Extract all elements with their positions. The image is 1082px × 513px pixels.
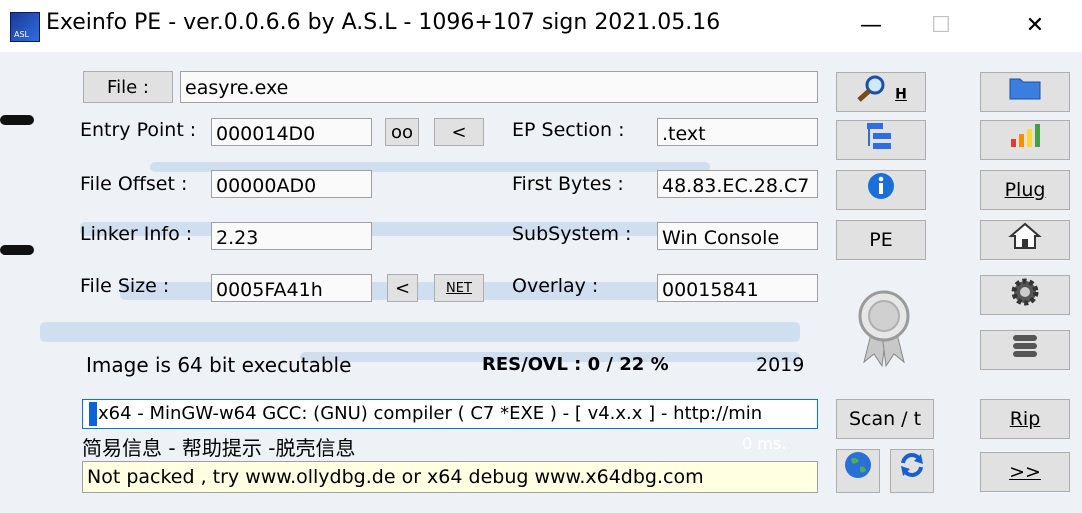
first-bytes-label: First Bytes : <box>512 173 624 195</box>
net-button[interactable]: NET <box>434 274 484 302</box>
pe-button[interactable]: PE <box>836 220 926 260</box>
chinese-info-links[interactable]: 简易信息 - 帮助提示 -脱壳信息 <box>82 432 356 461</box>
signal-bars-icon <box>1008 121 1042 162</box>
file-size-field[interactable]: 0005FA41h <box>211 274 372 302</box>
linker-info-field[interactable]: 2.23 <box>211 222 372 250</box>
linker-info-label: Linker Info : <box>80 223 193 245</box>
close-button[interactable]: ✕ <box>1012 6 1058 46</box>
scan-button[interactable]: Scan / t <box>836 399 934 439</box>
subsystem-label: SubSystem : <box>512 223 632 245</box>
sections-button[interactable] <box>836 120 926 160</box>
h-label: H <box>895 86 907 103</box>
overlay-field[interactable]: 00015841 <box>657 274 818 302</box>
settings-button[interactable] <box>980 275 1070 315</box>
subsystem-field[interactable]: Win Console <box>657 222 818 250</box>
bg-streak <box>40 322 800 342</box>
globe-icon <box>843 450 873 493</box>
overlay-label: Overlay : <box>512 275 599 297</box>
file-size-label: File Size : <box>80 275 170 297</box>
home-button[interactable] <box>980 220 1070 260</box>
detection-result-field[interactable]: x64 - MinGW-w64 GCC: (GNU) compiler ( C7… <box>82 399 818 429</box>
info-icon <box>866 171 896 214</box>
ep-section-field[interactable]: .text <box>657 118 818 146</box>
search-button[interactable]: H <box>836 72 926 112</box>
first-bytes-field[interactable]: 48.83.EC.28.C7 <box>657 170 818 198</box>
folder-icon <box>1008 73 1042 114</box>
menu-button[interactable] <box>980 330 1070 370</box>
refresh-icon <box>897 450 927 493</box>
web-button[interactable] <box>836 449 880 493</box>
title-bar: ASL Exeinfo PE - ver.0.0.6.6 by A.S.L - … <box>0 0 1082 52</box>
file-offset-field[interactable]: 00000AD0 <box>211 170 372 198</box>
decor-peg <box>0 245 34 255</box>
maximize-button: ☐ <box>931 13 951 38</box>
entry-point-back-button[interactable]: < <box>434 118 484 146</box>
info-button[interactable] <box>836 170 926 210</box>
entry-point-label: Entry Point : <box>80 119 197 141</box>
file-size-back-button[interactable]: < <box>387 274 418 302</box>
entry-point-field[interactable]: 000014D0 <box>211 118 372 146</box>
open-folder-button[interactable] <box>980 72 1070 112</box>
res-ovl-text: RES/OVL : 0 / 22 % <box>482 354 669 375</box>
file-offset-label: File Offset : <box>80 173 188 195</box>
main-panel: File : easyre.exe Entry Point : 000014D0… <box>0 52 1082 513</box>
oo-button[interactable]: oo <box>385 118 419 146</box>
magnifier-icon <box>855 73 889 116</box>
text-caret <box>89 402 97 426</box>
gear-icon <box>1009 276 1041 321</box>
window-title: Exeinfo PE - ver.0.0.6.6 by A.S.L - 1096… <box>46 10 721 35</box>
stack-icon <box>1010 331 1040 374</box>
ep-section-label: EP Section : <box>512 119 625 141</box>
year-text: 2019 <box>756 354 805 376</box>
minimize-button[interactable]: — <box>848 6 894 46</box>
plug-button[interactable]: Plug <box>980 170 1070 210</box>
app-icon[interactable]: ASL <box>10 12 40 42</box>
rip-button[interactable]: Rip <box>980 399 1070 439</box>
refresh-button[interactable] <box>890 449 934 493</box>
image-bits-text: Image is 64 bit executable <box>86 353 352 377</box>
file-button[interactable]: File : <box>83 71 173 103</box>
stats-button[interactable] <box>980 120 1070 160</box>
decor-peg <box>0 115 34 125</box>
file-path-field[interactable]: easyre.exe <box>180 71 818 103</box>
timing-text: 0 ms. <box>742 434 787 453</box>
certificate-seal-icon <box>842 280 926 372</box>
more-button[interactable]: >> <box>980 452 1070 492</box>
home-icon <box>1008 221 1042 264</box>
bg-streak <box>120 282 720 300</box>
sections-tree-icon <box>865 121 897 164</box>
detection-text: x64 - MinGW-w64 GCC: (GNU) compiler ( C7… <box>98 403 763 424</box>
hint-bar: Not packed , try www.ollydbg.de or x64 d… <box>82 461 818 493</box>
